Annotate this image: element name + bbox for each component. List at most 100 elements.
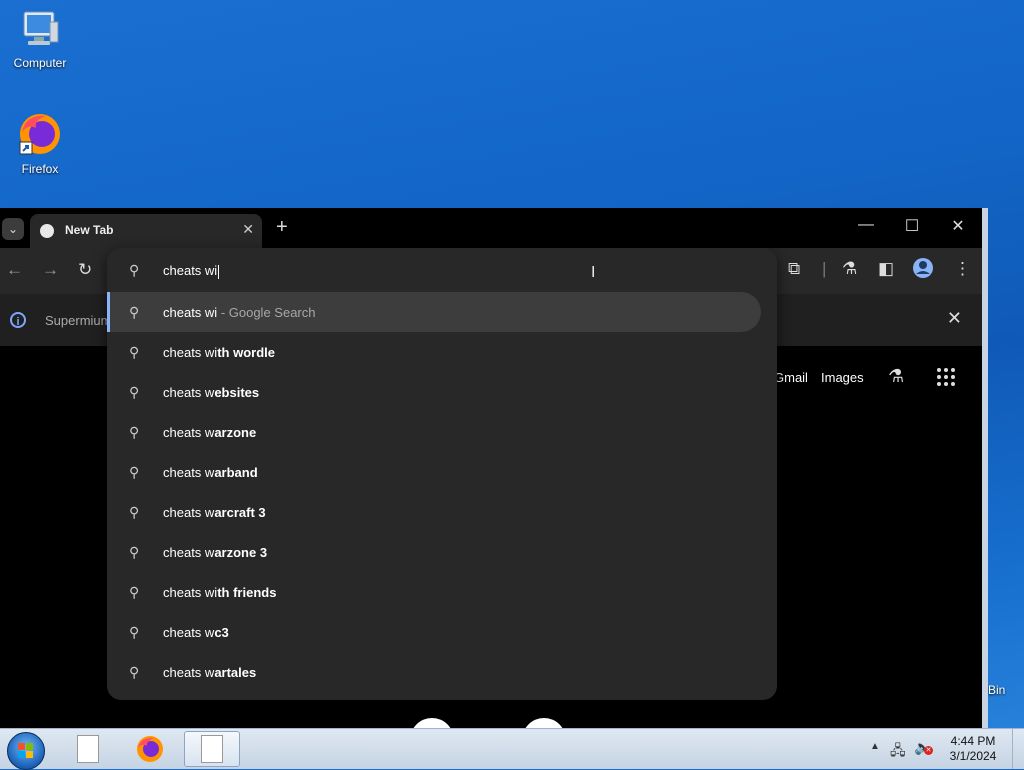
firefox-icon: [16, 110, 64, 158]
omnibox-dropdown: ⚲ cheats wi I ⚲ cheats wi - Google Search…: [107, 248, 777, 700]
suggestion-text: cheats wi - Google Search: [163, 305, 315, 320]
close-tab-icon[interactable]: ✕: [242, 221, 254, 238]
tab-new-tab[interactable]: New Tab ✕: [30, 214, 262, 248]
firefox-icon: [137, 736, 163, 762]
forward-button[interactable]: →: [42, 260, 59, 280]
suggestion-text: cheats wartales: [163, 665, 256, 680]
suggestion-text: cheats with friends: [163, 585, 276, 600]
suggestion-typed: cheats w: [163, 665, 215, 680]
suggestion-text: cheats warband: [163, 465, 258, 480]
suggestion-typed: cheats wi: [163, 305, 218, 320]
search-icon: ⚲: [129, 464, 140, 480]
back-button[interactable]: ←: [6, 260, 23, 280]
extensions-icon[interactable]: ⧉: [788, 259, 800, 279]
suggestion-completion: arcraft 3: [214, 505, 266, 520]
info-icon: i: [10, 312, 26, 328]
close-window-button[interactable]: ✕: [943, 216, 973, 236]
suggestion-completion: c3: [214, 625, 229, 640]
suggestion-item[interactable]: ⚲ cheats warcraft 3: [107, 492, 777, 532]
search-icon: ⚲: [129, 262, 140, 278]
taskbar-app-firefox[interactable]: [122, 731, 178, 767]
ibeam-cursor-icon: I: [591, 264, 596, 281]
suggestion-typed: cheats w: [163, 545, 215, 560]
suggestion-description: - Google Search: [217, 305, 316, 320]
suggestion-typed: cheats w: [163, 625, 215, 640]
suggestion-typed: cheats w: [163, 385, 215, 400]
clock[interactable]: 4:44 PM 3/1/2024: [940, 734, 1006, 764]
omnibox-input[interactable]: ⚲ cheats wi I: [107, 248, 777, 292]
suggestion-typed: cheats w: [163, 465, 215, 480]
search-icon: ⚲: [129, 424, 140, 440]
document-icon: [77, 735, 99, 763]
suggestion-text: cheats warzone: [163, 425, 256, 440]
show-desktop-button[interactable]: [1012, 729, 1024, 769]
suggestion-list: ⚲ cheats wi - Google Search ⚲ cheats with w…: [107, 292, 777, 692]
desktop-icon-label: Computer: [13, 56, 67, 70]
suggestion-text: cheats websites: [163, 385, 259, 400]
info-bar-text: Supermium: [45, 313, 112, 328]
desktop-icon-firefox[interactable]: Firefox: [2, 110, 78, 176]
search-icon: ⚲: [129, 504, 140, 520]
images-link[interactable]: Images: [821, 370, 864, 385]
suggestion-typed: cheats wi: [163, 585, 218, 600]
clock-date: 3/1/2024: [949, 749, 997, 763]
clock-time: 4:44 PM: [950, 734, 996, 748]
tab-title: New Tab: [65, 223, 114, 237]
omnibox-text: cheats wi: [163, 263, 220, 279]
tab-strip: ⌄ New Tab ✕ + — ☐ ✕: [0, 208, 982, 248]
suggestion-completion: ebsites: [214, 385, 260, 400]
suggestion-item[interactable]: ⚲ cheats websites: [107, 372, 777, 412]
start-button[interactable]: [7, 732, 45, 770]
suggestion-item[interactable]: ⚲ cheats with friends: [107, 572, 777, 612]
suggestion-completion: arzone 3: [214, 545, 268, 560]
suggestion-item[interactable]: ⚲ cheats warband: [107, 452, 777, 492]
new-tab-button[interactable]: +: [276, 216, 288, 239]
suggestion-item[interactable]: ⚲ cheats wartales: [107, 652, 777, 692]
suggestion-completion: arband: [214, 465, 258, 480]
windows-logo-icon: [18, 743, 34, 759]
suggestion-item[interactable]: ⚲ cheats warzone: [107, 412, 777, 452]
recycle-bin-label[interactable]: Bin: [988, 683, 1005, 697]
maximize-button[interactable]: ☐: [897, 216, 927, 236]
search-icon: ⚲: [129, 624, 140, 640]
suggestion-completion: artales: [214, 665, 257, 680]
show-hidden-icons-icon[interactable]: ▲: [870, 741, 880, 752]
taskbar-app-browser[interactable]: [184, 731, 240, 767]
network-icon[interactable]: 🖧: [890, 740, 906, 764]
search-icon: ⚲: [129, 664, 140, 680]
suggestion-item[interactable]: ⚲ cheats with wordle: [107, 332, 777, 372]
desktop-icon-computer[interactable]: Computer: [2, 8, 78, 70]
suggestion-completion: arzone: [214, 425, 257, 440]
suggestion-completion: th wordle: [217, 345, 275, 360]
side-panel-icon[interactable]: ◧: [878, 259, 894, 279]
search-labs-icon[interactable]: ⚗: [888, 366, 904, 387]
minimize-button[interactable]: —: [851, 216, 881, 234]
suggestion-item[interactable]: ⚲ cheats wc3: [107, 612, 777, 652]
suggestion-text: cheats warcraft 3: [163, 505, 266, 520]
taskbar-app-explorer[interactable]: [60, 731, 116, 767]
search-icon: ⚲: [129, 344, 140, 360]
suggestion-item[interactable]: ⚲ cheats wi - Google Search: [107, 292, 761, 332]
menu-kebab-icon[interactable]: ⋮: [954, 259, 971, 279]
text-caret: [218, 264, 220, 279]
gmail-link[interactable]: Gmail: [774, 370, 808, 385]
computer-icon: [18, 8, 62, 52]
suggestion-completion: th friends: [217, 585, 277, 600]
suggestion-typed: cheats w: [163, 425, 215, 440]
chevron-down-icon: ⌄: [7, 222, 19, 236]
search-icon: ⚲: [129, 384, 140, 400]
reload-button[interactable]: ↻: [78, 260, 92, 280]
toolbar-divider: |: [822, 259, 827, 278]
profile-avatar-icon[interactable]: [912, 257, 934, 284]
labs-icon[interactable]: ⚗: [842, 259, 857, 279]
suggestion-text: cheats wc3: [163, 625, 229, 640]
google-apps-icon[interactable]: [937, 368, 957, 388]
taskbar: ▲ 🖧 🔈 ✕ 4:44 PM 3/1/2024: [0, 728, 1024, 770]
tab-favicon-icon: [40, 224, 54, 238]
info-bar-close-icon[interactable]: ✕: [947, 308, 962, 329]
suggestion-text: cheats with wordle: [163, 345, 275, 360]
suggestion-item[interactable]: ⚲ cheats warzone 3: [107, 532, 777, 572]
search-icon: ⚲: [129, 584, 140, 600]
omnibox-value: cheats wi: [163, 263, 218, 278]
tab-search-button[interactable]: ⌄: [2, 218, 24, 240]
